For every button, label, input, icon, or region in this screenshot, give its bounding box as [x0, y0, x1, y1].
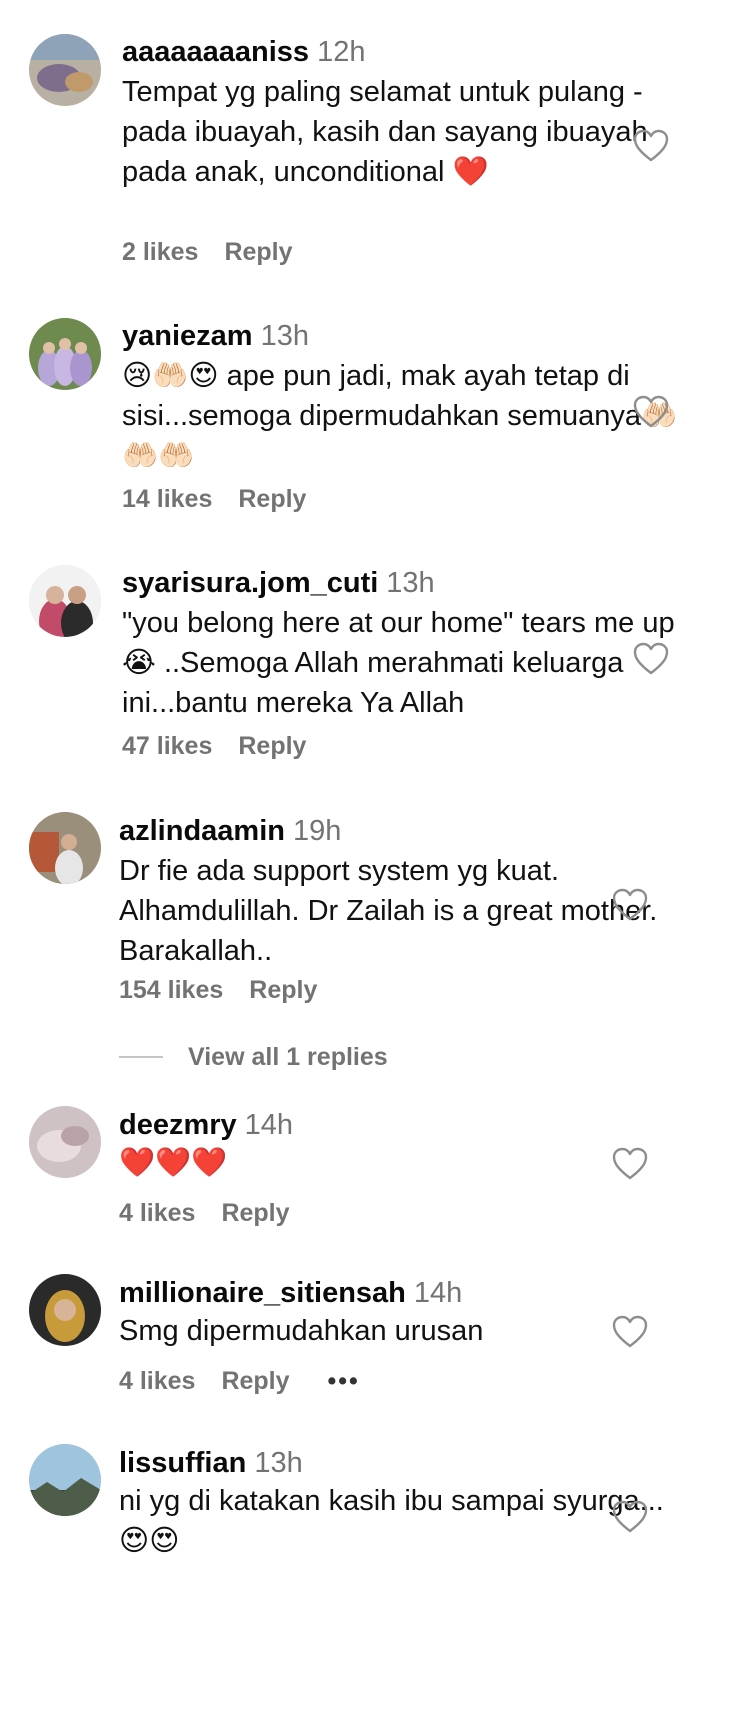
comment-header: syarisura.jom_cuti 13h — [122, 565, 435, 601]
likes-count[interactable]: 4 likes — [119, 1366, 195, 1396]
reply-button[interactable]: Reply — [249, 975, 317, 1005]
avatar[interactable] — [29, 318, 101, 390]
likes-count[interactable]: 14 likes — [122, 484, 212, 514]
comment-header: aaaaaaaaniss 12h — [122, 34, 365, 70]
comment-actions: 4 likes Reply — [119, 1198, 290, 1228]
likes-count[interactable]: 2 likes — [122, 237, 198, 267]
timestamp: 14h — [244, 1109, 294, 1141]
divider — [119, 1056, 163, 1058]
heart-outline-icon[interactable] — [612, 1500, 648, 1534]
username[interactable]: yaniezam — [122, 320, 253, 352]
avatar[interactable] — [29, 34, 101, 106]
likes-count[interactable]: 47 likes — [122, 731, 212, 761]
timestamp: 19h — [293, 815, 342, 847]
more-dots-icon[interactable]: ••• — [328, 1366, 360, 1396]
reply-button[interactable]: Reply — [221, 1366, 289, 1396]
comment-text: ❤️❤️❤️ — [119, 1147, 228, 1179]
username[interactable]: azlindaamin — [119, 815, 285, 847]
likes-count[interactable]: 4 likes — [119, 1198, 195, 1228]
comment-text: "you belong here at our home" tears me u… — [122, 607, 675, 719]
heart-outline-icon[interactable] — [612, 1147, 648, 1181]
view-replies-button[interactable]: View all 1 replies — [188, 1042, 388, 1072]
comment-actions: 2 likes Reply — [122, 237, 293, 267]
reply-button[interactable]: Reply — [224, 237, 292, 267]
timestamp: 13h — [386, 567, 435, 599]
comment-text: ni yg di katakan kasih ibu sampai syurga… — [119, 1485, 664, 1557]
comment-header: yaniezam 13h — [122, 318, 309, 354]
heart-outline-icon[interactable] — [612, 888, 648, 922]
comment-header: azlindaamin 19h — [119, 813, 341, 849]
avatar[interactable] — [29, 1274, 101, 1346]
reply-button[interactable]: Reply — [238, 484, 306, 514]
heart-outline-icon[interactable] — [633, 129, 669, 163]
likes-count[interactable]: 154 likes — [119, 975, 223, 1005]
comment-actions: 14 likes Reply — [122, 484, 306, 514]
reply-button[interactable]: Reply — [221, 1198, 289, 1228]
timestamp: 12h — [317, 36, 366, 68]
comment-actions: 4 likes Reply ••• — [119, 1366, 360, 1396]
comment-header: lissuffian 13h — [119, 1445, 303, 1481]
username[interactable]: aaaaaaaaniss — [122, 36, 309, 68]
comment-text: 😢🤲🏻😍 ape pun jadi, mak ayah tetap di sis… — [122, 360, 678, 472]
comment-text: Smg dipermudahkan urusan — [119, 1315, 484, 1347]
username[interactable]: deezmry — [119, 1109, 237, 1141]
timestamp: 14h — [413, 1277, 463, 1309]
heart-outline-icon[interactable] — [633, 642, 669, 676]
comment-header: millionaire_sitiensah 14h — [119, 1275, 462, 1311]
comment-text: Tempat yg paling selamat untuk pulang - … — [122, 76, 648, 188]
heart-outline-icon[interactable] — [633, 395, 669, 429]
avatar[interactable] — [29, 1444, 101, 1516]
timestamp: 13h — [254, 1447, 303, 1479]
username[interactable]: millionaire_sitiensah — [119, 1277, 406, 1309]
avatar[interactable] — [29, 565, 101, 637]
username[interactable]: lissuffian — [119, 1447, 246, 1479]
avatar[interactable] — [29, 1106, 101, 1178]
avatar[interactable] — [29, 812, 101, 884]
heart-outline-icon[interactable] — [612, 1315, 648, 1349]
comment-text: Dr fie ada support system yg kuat. Alham… — [119, 855, 658, 967]
comment-header: deezmry 14h — [119, 1107, 293, 1143]
username[interactable]: syarisura.jom_cuti — [122, 567, 378, 599]
comment-actions: 47 likes Reply — [122, 731, 306, 761]
comment-actions: 154 likes Reply — [119, 975, 317, 1005]
timestamp: 13h — [260, 320, 309, 352]
reply-button[interactable]: Reply — [238, 731, 306, 761]
